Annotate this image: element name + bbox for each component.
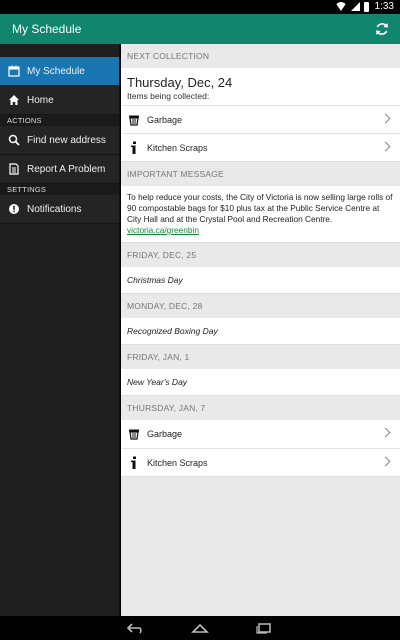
collection-item-garbage[interactable]: Garbage [121,420,400,448]
chevron-right-icon [380,427,391,438]
nav-item-notifications[interactable]: Notifications [0,195,119,224]
chevron-right-icon [380,113,391,124]
nav-item-my-schedule[interactable]: My Schedule [0,57,119,86]
kitchen-scraps-icon [121,456,147,470]
navigation-drawer: My Schedule Home ACTIONS Find new addres… [0,44,120,616]
nav-item-label: Find new address [27,134,106,146]
wifi-icon [334,2,347,11]
collection-item-label: Kitchen Scraps [147,142,208,153]
collection-item-kitchen-scraps[interactable]: Kitchen Scraps [121,448,400,476]
collection-item-label: Garbage [147,429,183,439]
status-bar: 1:33 [0,0,400,14]
home-icon [0,94,27,106]
collection-subtitle: Items being collected: [127,91,210,101]
section-header-settings: SETTINGS [0,184,119,195]
next-collection-card: Thursday, Dec, 24 Items being collected:… [121,68,400,162]
collection-item-label: Kitchen Scraps [147,457,208,468]
battery-icon [363,1,369,12]
app-title: My Schedule [12,22,82,36]
collection-item-garbage[interactable]: Garbage [121,105,400,133]
home-button-icon[interactable] [190,622,210,634]
garbage-can-icon [121,114,147,126]
holiday-note: Recognized Boxing Day [121,318,400,345]
calendar-icon [0,65,27,77]
action-bar: My Schedule [0,14,400,44]
day-collection-card: Garbage Kitchen Scraps [121,420,400,477]
refresh-icon[interactable] [374,21,390,37]
nav-item-home[interactable]: Home [0,86,119,115]
important-message-header: IMPORTANT MESSAGE [127,169,224,179]
status-time: 1:33 [374,1,394,12]
next-collection-header: NEXT COLLECTION [127,51,210,61]
nav-item-find-new-address[interactable]: Find new address [0,126,119,155]
schedule-content: NEXT COLLECTION Thursday, Dec, 24 Items … [121,44,400,616]
holiday-note: Christmas Day [121,267,400,294]
day-header: MONDAY, DEC, 28 [127,301,203,311]
chevron-right-icon [380,141,391,152]
chevron-right-icon [380,456,391,467]
day-header: FRIDAY, JAN, 1 [127,352,190,362]
kitchen-scraps-icon [121,141,147,155]
garbage-can-icon [121,428,147,440]
day-header: THURSDAY, JAN, 7 [127,403,206,413]
day-header: FRIDAY, DEC, 25 [127,250,197,260]
nav-item-label: My Schedule [27,65,85,77]
nav-item-label: Home [27,94,54,106]
important-message-card: To help reduce your costs, the City of V… [121,186,400,243]
collection-item-kitchen-scraps[interactable]: Kitchen Scraps [121,133,400,161]
nav-item-report-problem[interactable]: Report A Problem [0,155,119,184]
signal-icon [350,2,360,11]
section-header-actions: ACTIONS [0,115,119,126]
important-message: To help reduce your costs, the City of V… [121,186,400,242]
back-icon[interactable] [126,622,146,634]
collection-date: Thursday, Dec, 24 [127,75,233,90]
alert-icon [0,203,27,215]
system-navigation-bar [0,616,400,640]
important-message-text: To help reduce your costs, the City of V… [127,192,393,224]
collection-item-label: Garbage [147,114,183,125]
greenbin-link[interactable]: victoria.ca/greenbin [127,225,199,235]
recent-apps-icon[interactable] [254,622,274,634]
search-icon [0,134,27,146]
document-icon [0,163,27,175]
nav-item-label: Report A Problem [27,163,106,175]
holiday-note: New Year's Day [121,369,400,396]
nav-item-label: Notifications [27,203,82,215]
